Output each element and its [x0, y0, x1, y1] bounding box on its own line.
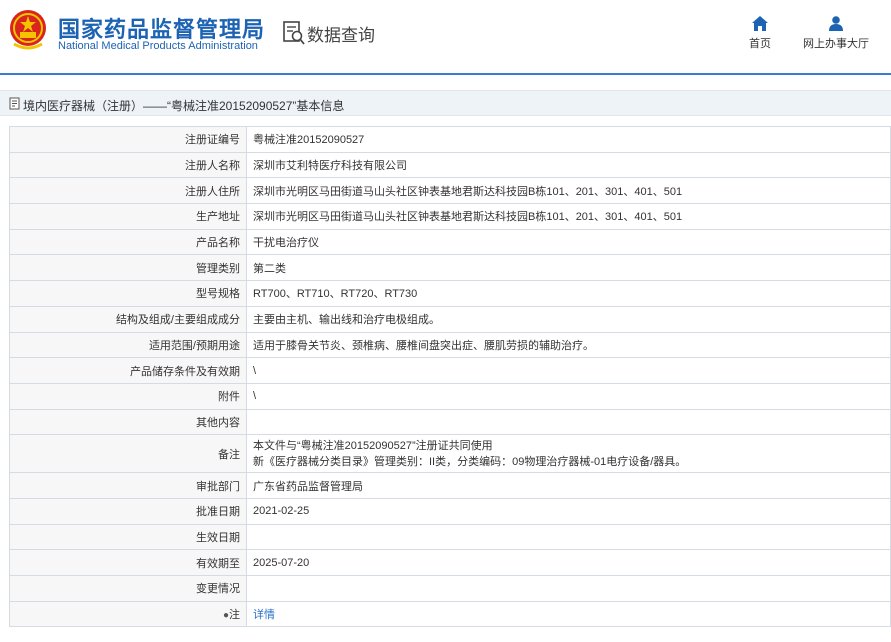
nav-service-hall[interactable]: 网上办事大厅	[800, 16, 872, 51]
breadcrumb-text: 境内医疗器械（注册）——“粤械注准20152090527”基本信息	[23, 99, 345, 113]
table-row: 审批部门 广东省药品监督管理局	[9, 472, 891, 499]
table-row: 其他内容	[9, 408, 891, 436]
row-value: 第二类	[246, 254, 891, 282]
table-row: 产品名称 干扰电治疗仪	[9, 228, 891, 256]
table-row: 注册证编号 粤械注准20152090527	[9, 126, 891, 153]
row-value: 广东省药品监督管理局	[246, 472, 891, 499]
table-row: 型号规格 RT700、RT710、RT720、RT730	[9, 280, 891, 307]
table-row: 有效期至 2025-07-20	[9, 549, 891, 576]
table-row: 管理类别 第二类	[9, 254, 891, 282]
row-value: 干扰电治疗仪	[246, 228, 891, 256]
row-value	[246, 408, 891, 436]
row-label: 产品名称	[9, 228, 247, 256]
table-row: 生产地址 深圳市光明区马田街道马山头社区钟表基地君斯达科技园B栋101、201、3…	[9, 203, 891, 230]
site-header: 国家药品监督管理局 National Medical Products Admi…	[0, 0, 891, 75]
national-emblem-icon	[10, 10, 46, 50]
table-row: 适用范围/预期用途 适用于膝骨关节炎、颈椎病、腰椎间盘突出症、腰肌劳损的辅助治疗。	[9, 331, 891, 359]
data-query-title: 数据查询	[307, 26, 375, 45]
row-label: 产品储存条件及有效期	[9, 357, 247, 384]
row-label: 备注	[9, 434, 247, 474]
row-label: 批准日期	[9, 497, 247, 525]
registration-detail-table: 注册证编号 粤械注准20152090527 注册人名称 深圳市艾利特医疗科技有限公司…	[9, 126, 891, 628]
row-value: 2025-07-20	[246, 549, 891, 576]
table-row: 批准日期 2021-02-25	[9, 497, 891, 525]
remark-line-1: 本文件与“粤械注准20152090527”注册证共同使用	[253, 439, 493, 452]
row-label: 生效日期	[9, 523, 247, 551]
remark-line-2: 新《医疗器械分类目录》管理类别：II类，分类编码：09物理治疗器械-01电疗设备…	[253, 455, 687, 468]
row-label: 附件	[9, 382, 247, 410]
breadcrumb: 境内医疗器械（注册）——“粤械注准20152090527”基本信息	[0, 90, 891, 116]
row-label: 其他内容	[9, 408, 247, 436]
table-row: 结构及组成/主要组成成分 主要由主机、输出线和治疗电极组成。	[9, 305, 891, 333]
row-value: \	[246, 357, 891, 384]
org-name-en: National Medical Products Administration	[58, 40, 258, 52]
row-label: 有效期至	[9, 549, 247, 576]
row-value: 深圳市光明区马田街道马山头社区钟表基地君斯达科技园B栋101、201、301、4…	[246, 177, 891, 205]
row-value: 主要由主机、输出线和治疗电极组成。	[246, 305, 891, 333]
row-value: RT700、RT710、RT720、RT730	[246, 280, 891, 307]
details-link[interactable]: 详情	[253, 609, 275, 621]
row-label: 生产地址	[9, 203, 247, 230]
user-icon	[829, 16, 843, 31]
table-row: 生效日期	[9, 523, 891, 551]
table-row-note: ●注 详情	[9, 600, 891, 628]
table-row: 注册人住所 深圳市光明区马田街道马山头社区钟表基地君斯达科技园B栋101、201、…	[9, 177, 891, 205]
table-row: 注册人名称 深圳市艾利特医疗科技有限公司	[9, 151, 891, 179]
row-label: 结构及组成/主要组成成分	[9, 305, 247, 333]
row-value: \	[246, 382, 891, 410]
nav-service-hall-label: 网上办事大厅	[803, 38, 869, 50]
row-value: 深圳市艾利特医疗科技有限公司	[246, 151, 891, 179]
row-label: 管理类别	[9, 254, 247, 282]
row-value: 深圳市光明区马田街道马山头社区钟表基地君斯达科技园B栋101、201、301、4…	[246, 203, 891, 230]
row-label: 适用范围/预期用途	[9, 331, 247, 359]
nav-home-label: 首页	[749, 38, 771, 50]
table-row: 产品储存条件及有效期 \	[9, 357, 891, 384]
row-value: 2021-02-25	[246, 497, 891, 525]
header-divider	[0, 73, 891, 75]
remark-value: 本文件与“粤械注准20152090527”注册证共同使用 新《医疗器械分类目录》…	[246, 434, 891, 474]
note-value: 详情	[246, 600, 891, 628]
row-label: 注册人住所	[9, 177, 247, 205]
note-label: 注	[229, 609, 240, 622]
table-row: 变更情况	[9, 575, 891, 602]
table-row-remark: 备注 本文件与“粤械注准20152090527”注册证共同使用 新《医疗器械分类…	[9, 434, 891, 474]
nav-home[interactable]: 首页	[744, 16, 776, 51]
row-value: 适用于膝骨关节炎、颈椎病、腰椎间盘突出症、腰肌劳损的辅助治疗。	[246, 331, 891, 359]
row-label: 注册证编号	[9, 126, 247, 153]
row-label: 注册人名称	[9, 151, 247, 179]
row-value: 粤械注准20152090527	[246, 126, 891, 153]
row-label: 审批部门	[9, 472, 247, 499]
row-label: 型号规格	[9, 280, 247, 307]
document-icon	[9, 97, 20, 110]
row-value	[246, 575, 891, 602]
table-row: 附件 \	[9, 382, 891, 410]
row-label: 变更情况	[9, 575, 247, 602]
note-label-cell: ●注	[9, 600, 247, 628]
row-value	[246, 523, 891, 551]
data-query-icon	[283, 21, 305, 45]
home-icon	[752, 16, 768, 31]
